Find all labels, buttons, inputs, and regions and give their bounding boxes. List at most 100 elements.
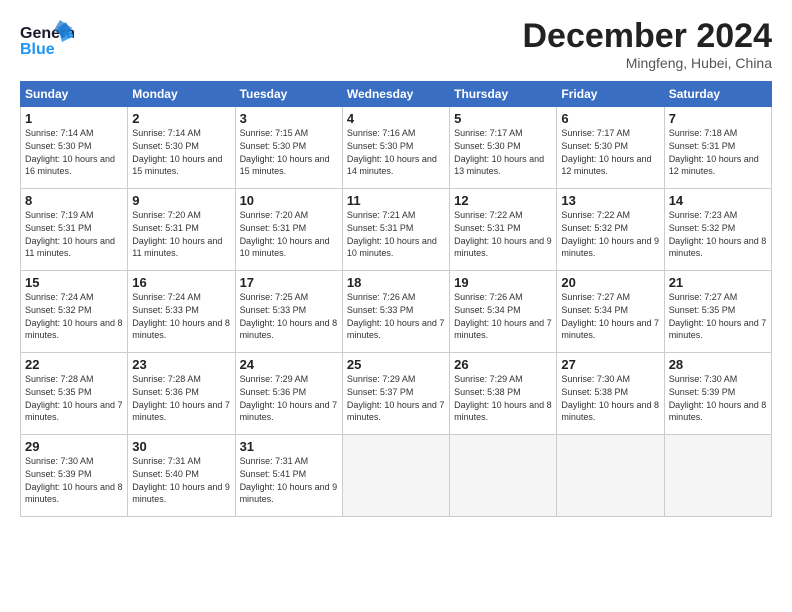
day-info: Sunrise: 7:24 AM Sunset: 5:33 PM Dayligh… [132,291,230,341]
day-info: Sunrise: 7:29 AM Sunset: 5:37 PM Dayligh… [347,373,445,423]
day-info: Sunrise: 7:28 AM Sunset: 5:35 PM Dayligh… [25,373,123,423]
day-number: 4 [347,111,445,126]
day-info: Sunrise: 7:17 AM Sunset: 5:30 PM Dayligh… [454,127,552,177]
day-number: 7 [669,111,767,126]
day-info: Sunrise: 7:27 AM Sunset: 5:34 PM Dayligh… [561,291,659,341]
logo-icon: General Blue [20,18,74,62]
table-row: 21 Sunrise: 7:27 AM Sunset: 5:35 PM Dayl… [664,271,771,353]
day-info: Sunrise: 7:31 AM Sunset: 5:40 PM Dayligh… [132,455,230,505]
day-number: 23 [132,357,230,372]
day-number: 2 [132,111,230,126]
day-number: 9 [132,193,230,208]
table-row: 23 Sunrise: 7:28 AM Sunset: 5:36 PM Dayl… [128,353,235,435]
table-row: 9 Sunrise: 7:20 AM Sunset: 5:31 PM Dayli… [128,189,235,271]
calendar-week-row: 8 Sunrise: 7:19 AM Sunset: 5:31 PM Dayli… [21,189,772,271]
day-info: Sunrise: 7:26 AM Sunset: 5:33 PM Dayligh… [347,291,445,341]
day-number: 15 [25,275,123,290]
day-number: 5 [454,111,552,126]
day-info: Sunrise: 7:15 AM Sunset: 5:30 PM Dayligh… [240,127,338,177]
col-friday: Friday [557,82,664,107]
table-row: 31 Sunrise: 7:31 AM Sunset: 5:41 PM Dayl… [235,435,342,517]
table-row: 14 Sunrise: 7:23 AM Sunset: 5:32 PM Dayl… [664,189,771,271]
col-tuesday: Tuesday [235,82,342,107]
table-row: 25 Sunrise: 7:29 AM Sunset: 5:37 PM Dayl… [342,353,449,435]
day-info: Sunrise: 7:20 AM Sunset: 5:31 PM Dayligh… [240,209,338,259]
day-info: Sunrise: 7:14 AM Sunset: 5:30 PM Dayligh… [132,127,230,177]
table-row: 10 Sunrise: 7:20 AM Sunset: 5:31 PM Dayl… [235,189,342,271]
day-number: 29 [25,439,123,454]
table-row: 3 Sunrise: 7:15 AM Sunset: 5:30 PM Dayli… [235,107,342,189]
day-info: Sunrise: 7:24 AM Sunset: 5:32 PM Dayligh… [25,291,123,341]
table-row: 22 Sunrise: 7:28 AM Sunset: 5:35 PM Dayl… [21,353,128,435]
table-row: 5 Sunrise: 7:17 AM Sunset: 5:30 PM Dayli… [450,107,557,189]
table-row: 13 Sunrise: 7:22 AM Sunset: 5:32 PM Dayl… [557,189,664,271]
day-number: 27 [561,357,659,372]
day-number: 10 [240,193,338,208]
day-info: Sunrise: 7:17 AM Sunset: 5:30 PM Dayligh… [561,127,659,177]
day-number: 31 [240,439,338,454]
table-row: 12 Sunrise: 7:22 AM Sunset: 5:31 PM Dayl… [450,189,557,271]
table-row: 19 Sunrise: 7:26 AM Sunset: 5:34 PM Dayl… [450,271,557,353]
day-number: 11 [347,193,445,208]
day-info: Sunrise: 7:22 AM Sunset: 5:32 PM Dayligh… [561,209,659,259]
title-block: December 2024 Mingfeng, Hubei, China [522,18,772,71]
day-info: Sunrise: 7:14 AM Sunset: 5:30 PM Dayligh… [25,127,123,177]
page: General Blue December 2024 Mingfeng, Hub… [0,0,792,612]
calendar-header-row: Sunday Monday Tuesday Wednesday Thursday… [21,82,772,107]
table-row: 18 Sunrise: 7:26 AM Sunset: 5:33 PM Dayl… [342,271,449,353]
day-number: 8 [25,193,123,208]
calendar-table: Sunday Monday Tuesday Wednesday Thursday… [20,81,772,517]
table-row: 7 Sunrise: 7:18 AM Sunset: 5:31 PM Dayli… [664,107,771,189]
day-info: Sunrise: 7:18 AM Sunset: 5:31 PM Dayligh… [669,127,767,177]
day-info: Sunrise: 7:29 AM Sunset: 5:36 PM Dayligh… [240,373,338,423]
day-number: 14 [669,193,767,208]
day-info: Sunrise: 7:25 AM Sunset: 5:33 PM Dayligh… [240,291,338,341]
day-info: Sunrise: 7:27 AM Sunset: 5:35 PM Dayligh… [669,291,767,341]
table-row: 6 Sunrise: 7:17 AM Sunset: 5:30 PM Dayli… [557,107,664,189]
table-row: 27 Sunrise: 7:30 AM Sunset: 5:38 PM Dayl… [557,353,664,435]
day-number: 24 [240,357,338,372]
table-row: 30 Sunrise: 7:31 AM Sunset: 5:40 PM Dayl… [128,435,235,517]
logo: General Blue [20,18,74,67]
day-number: 30 [132,439,230,454]
svg-text:Blue: Blue [20,41,55,58]
calendar-week-row: 22 Sunrise: 7:28 AM Sunset: 5:35 PM Dayl… [21,353,772,435]
day-info: Sunrise: 7:28 AM Sunset: 5:36 PM Dayligh… [132,373,230,423]
day-info: Sunrise: 7:21 AM Sunset: 5:31 PM Dayligh… [347,209,445,259]
table-row: 26 Sunrise: 7:29 AM Sunset: 5:38 PM Dayl… [450,353,557,435]
day-number: 1 [25,111,123,126]
col-thursday: Thursday [450,82,557,107]
table-row: 11 Sunrise: 7:21 AM Sunset: 5:31 PM Dayl… [342,189,449,271]
day-info: Sunrise: 7:20 AM Sunset: 5:31 PM Dayligh… [132,209,230,259]
day-number: 25 [347,357,445,372]
location-subtitle: Mingfeng, Hubei, China [522,55,772,71]
calendar-week-row: 15 Sunrise: 7:24 AM Sunset: 5:32 PM Dayl… [21,271,772,353]
day-number: 26 [454,357,552,372]
day-info: Sunrise: 7:23 AM Sunset: 5:32 PM Dayligh… [669,209,767,259]
day-number: 19 [454,275,552,290]
table-row: 2 Sunrise: 7:14 AM Sunset: 5:30 PM Dayli… [128,107,235,189]
header: General Blue December 2024 Mingfeng, Hub… [20,18,772,71]
table-row [342,435,449,517]
table-row: 20 Sunrise: 7:27 AM Sunset: 5:34 PM Dayl… [557,271,664,353]
day-info: Sunrise: 7:30 AM Sunset: 5:39 PM Dayligh… [669,373,767,423]
day-info: Sunrise: 7:22 AM Sunset: 5:31 PM Dayligh… [454,209,552,259]
table-row [664,435,771,517]
table-row: 28 Sunrise: 7:30 AM Sunset: 5:39 PM Dayl… [664,353,771,435]
day-info: Sunrise: 7:19 AM Sunset: 5:31 PM Dayligh… [25,209,123,259]
day-number: 21 [669,275,767,290]
table-row: 29 Sunrise: 7:30 AM Sunset: 5:39 PM Dayl… [21,435,128,517]
col-monday: Monday [128,82,235,107]
day-info: Sunrise: 7:29 AM Sunset: 5:38 PM Dayligh… [454,373,552,423]
day-info: Sunrise: 7:26 AM Sunset: 5:34 PM Dayligh… [454,291,552,341]
col-wednesday: Wednesday [342,82,449,107]
day-info: Sunrise: 7:31 AM Sunset: 5:41 PM Dayligh… [240,455,338,505]
col-sunday: Sunday [21,82,128,107]
day-number: 20 [561,275,659,290]
calendar-week-row: 29 Sunrise: 7:30 AM Sunset: 5:39 PM Dayl… [21,435,772,517]
day-number: 12 [454,193,552,208]
table-row: 8 Sunrise: 7:19 AM Sunset: 5:31 PM Dayli… [21,189,128,271]
day-number: 22 [25,357,123,372]
table-row: 4 Sunrise: 7:16 AM Sunset: 5:30 PM Dayli… [342,107,449,189]
table-row [450,435,557,517]
